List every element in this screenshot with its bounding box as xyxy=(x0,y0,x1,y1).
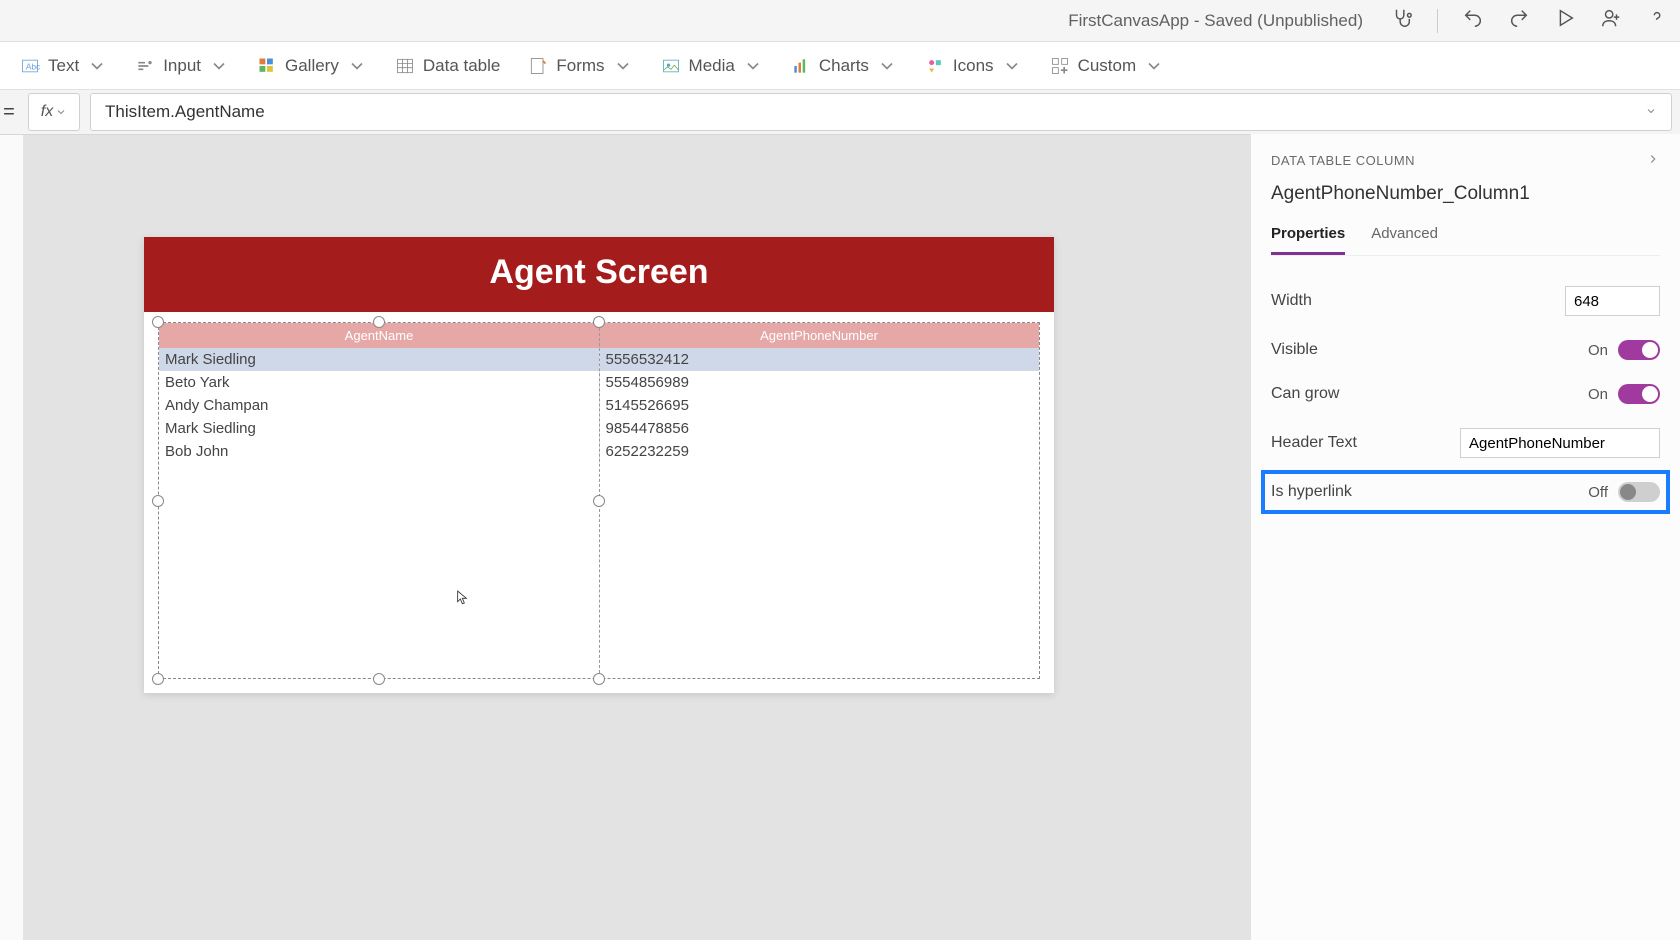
ribbon-text-label: Text xyxy=(48,56,79,76)
prop-headertext-input[interactable] xyxy=(1460,428,1660,458)
fx-label: fx xyxy=(41,103,53,121)
cell-agentphone: 5145526695 xyxy=(599,394,1040,417)
column-header-agentphone[interactable]: AgentPhoneNumber xyxy=(599,323,1039,348)
ribbon-media[interactable]: Media xyxy=(661,56,763,76)
cell-agentphone: 9854478856 xyxy=(599,417,1040,440)
undo-icon[interactable] xyxy=(1462,7,1484,34)
ribbon-text[interactable]: Abc Text xyxy=(20,56,107,76)
insert-ribbon: Abc Text Input Gallery Data table Forms … xyxy=(0,42,1680,90)
tab-properties[interactable]: Properties xyxy=(1271,219,1345,255)
resize-handle[interactable] xyxy=(593,316,605,328)
ribbon-custom-label: Custom xyxy=(1078,56,1137,76)
tab-advanced[interactable]: Advanced xyxy=(1371,219,1438,255)
ribbon-media-label: Media xyxy=(689,56,735,76)
cell-agentphone: 6252232259 xyxy=(599,440,1040,463)
prop-width-label: Width xyxy=(1271,292,1312,310)
ribbon-input-label: Input xyxy=(163,56,201,76)
cell-agentphone: 5554856989 xyxy=(599,371,1040,394)
prop-ishyperlink: Is hyperlink Off xyxy=(1265,474,1666,510)
text-icon: Abc xyxy=(20,56,40,76)
cell-agentname: Mark Siedling xyxy=(159,417,599,440)
datatable-icon xyxy=(395,56,415,76)
formula-bar: = fx ThisItem.AgentName xyxy=(0,90,1680,134)
prop-visible-toggle[interactable] xyxy=(1618,340,1660,360)
cell-agentname: Bob John xyxy=(159,440,599,463)
cell-agentname: Beto Yark xyxy=(159,371,599,394)
app-screen[interactable]: Agent Screen AgentName AgentPhoneNumber … xyxy=(144,237,1054,693)
cell-agentname: Andy Champan xyxy=(159,394,599,417)
input-icon xyxy=(135,56,155,76)
media-icon xyxy=(661,56,681,76)
resize-handle[interactable] xyxy=(373,316,385,328)
icons-icon xyxy=(925,56,945,76)
prop-width-input[interactable] xyxy=(1565,286,1660,316)
stethoscope-icon[interactable] xyxy=(1391,7,1413,34)
play-icon[interactable] xyxy=(1554,7,1576,34)
formula-input[interactable]: ThisItem.AgentName xyxy=(90,93,1672,131)
prop-visible-label: Visible xyxy=(1271,341,1318,359)
prop-headertext: Header Text xyxy=(1271,420,1660,466)
charts-icon xyxy=(791,56,811,76)
prop-width: Width xyxy=(1271,278,1660,324)
titlebar: FirstCanvasApp - Saved (Unpublished) xyxy=(0,0,1680,42)
app-title: FirstCanvasApp - Saved (Unpublished) xyxy=(1068,11,1363,31)
resize-handle[interactable] xyxy=(373,673,385,685)
ribbon-icons-label: Icons xyxy=(953,56,994,76)
ribbon-datatable-label: Data table xyxy=(423,56,501,76)
prop-ishyperlink-state: Off xyxy=(1588,484,1608,501)
prop-cangrow: Can grow On xyxy=(1271,376,1660,412)
ribbon-gallery[interactable]: Gallery xyxy=(257,56,367,76)
screen-title: Agent Screen xyxy=(144,237,1054,312)
forms-icon xyxy=(528,56,548,76)
cell-agentname: Mark Siedling xyxy=(159,348,599,371)
custom-icon xyxy=(1050,56,1070,76)
ribbon-gallery-label: Gallery xyxy=(285,56,339,76)
resize-handle[interactable] xyxy=(152,673,164,685)
panel-section-label: DATA TABLE COLUMN xyxy=(1271,153,1415,168)
prop-cangrow-toggle[interactable] xyxy=(1618,384,1660,404)
selected-object-name: AgentPhoneNumber_Column1 xyxy=(1271,183,1660,205)
help-icon[interactable] xyxy=(1646,7,1668,34)
share-person-icon[interactable] xyxy=(1600,7,1622,34)
cell-agentphone: 5556532412 xyxy=(599,348,1040,371)
ribbon-forms[interactable]: Forms xyxy=(528,56,632,76)
resize-handle[interactable] xyxy=(593,673,605,685)
ribbon-charts[interactable]: Charts xyxy=(791,56,897,76)
ribbon-charts-label: Charts xyxy=(819,56,869,76)
ribbon-icons[interactable]: Icons xyxy=(925,56,1022,76)
ribbon-forms-label: Forms xyxy=(556,56,604,76)
prop-cangrow-state: On xyxy=(1588,386,1608,403)
prop-visible: Visible On xyxy=(1271,332,1660,368)
prop-ishyperlink-label: Is hyperlink xyxy=(1271,483,1352,501)
ribbon-input[interactable]: Input xyxy=(135,56,229,76)
resize-handle[interactable] xyxy=(593,495,605,507)
redo-icon[interactable] xyxy=(1508,7,1530,34)
formula-text: ThisItem.AgentName xyxy=(105,102,265,122)
svg-text:Abc: Abc xyxy=(26,61,40,71)
chevron-down-icon xyxy=(55,106,67,118)
ribbon-datatable[interactable]: Data table xyxy=(395,56,501,76)
panel-tabs: Properties Advanced xyxy=(1271,219,1660,256)
canvas-area[interactable]: Agent Screen AgentName AgentPhoneNumber … xyxy=(0,134,1250,940)
prop-visible-state: On xyxy=(1588,342,1608,359)
chevron-right-icon[interactable] xyxy=(1646,152,1660,169)
fx-button[interactable]: fx xyxy=(28,93,80,131)
left-rail[interactable] xyxy=(0,135,24,940)
prop-headertext-label: Header Text xyxy=(1271,434,1357,452)
formula-expand-icon[interactable] xyxy=(1645,102,1657,122)
properties-panel: DATA TABLE COLUMN AgentPhoneNumber_Colum… xyxy=(1250,134,1680,940)
resize-handle[interactable] xyxy=(152,495,164,507)
prop-ishyperlink-toggle[interactable] xyxy=(1618,482,1660,502)
prop-cangrow-label: Can grow xyxy=(1271,385,1339,403)
separator xyxy=(1437,9,1438,33)
resize-handle[interactable] xyxy=(152,316,164,328)
gallery-icon xyxy=(257,56,277,76)
equals-sign: = xyxy=(0,101,18,124)
ribbon-custom[interactable]: Custom xyxy=(1050,56,1165,76)
data-table-control[interactable]: AgentName AgentPhoneNumber Mark Siedling… xyxy=(158,322,1040,679)
